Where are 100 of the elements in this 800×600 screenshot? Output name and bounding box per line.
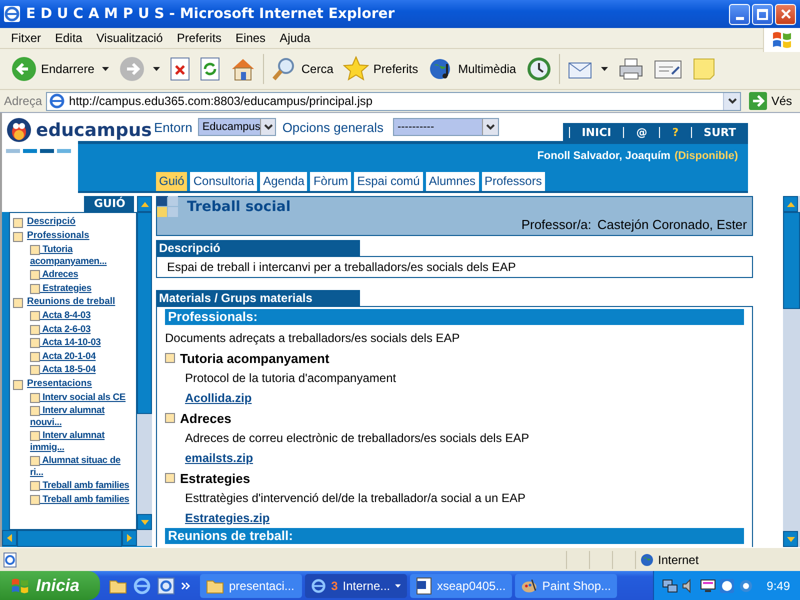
nav-tab[interactable]: Fòrum (310, 172, 352, 191)
sidebar-link[interactable]: Acta 2-6-03 (13, 324, 91, 335)
taskbar-button[interactable]: 3 Interne... (305, 574, 407, 598)
scroll-right-button[interactable] (122, 530, 137, 546)
scroll-up-button[interactable] (783, 196, 798, 212)
top-link[interactable]: INICI (582, 126, 612, 138)
palette-icon (521, 576, 538, 594)
dropdown-button[interactable] (723, 92, 740, 110)
close-icon (780, 8, 792, 20)
material-description: Protocol de la tutoria d'acompanyament (185, 371, 396, 385)
sidebar-link[interactable]: Acta 18-5-04 (13, 364, 96, 376)
address-field[interactable]: http://campus.edu365.com:8803/educampus/principal.jsp (46, 92, 742, 110)
sidebar-link[interactable]: Acta 14-10-03 (13, 337, 101, 348)
scroll-down-button[interactable] (783, 531, 798, 547)
close-button[interactable] (775, 4, 796, 24)
nav-tab[interactable]: Agenda (260, 172, 308, 191)
sidebar-link[interactable]: Estrategies (13, 282, 92, 294)
sidebar-link[interactable]: Interv social als CE (13, 392, 126, 403)
menu-item[interactable]: Preferits (170, 31, 229, 45)
bullet-icon (30, 365, 40, 375)
restore-button[interactable] (752, 4, 773, 24)
bullet-icon (30, 352, 40, 362)
sidebar-link[interactable]: Treball amb families (13, 480, 130, 492)
toolbar-button[interactable]: Multimèdia (423, 52, 522, 86)
bullet-icon (13, 232, 23, 242)
nav-tab[interactable]: Consultoria (190, 172, 258, 191)
windows-logo (10, 576, 30, 594)
bullet-icon (30, 245, 40, 255)
monitor-icon[interactable] (700, 578, 716, 594)
sidebar-link[interactable]: Interv alumnat nouvi... (13, 405, 136, 428)
sidebar-link[interactable]: Adreces (13, 269, 78, 280)
scrollbar-thumb[interactable] (783, 212, 800, 309)
chevron-icon[interactable] (181, 582, 191, 590)
file-link[interactable]: Acollida.zip (185, 391, 252, 405)
toolbar-button[interactable]: Cerca (266, 52, 338, 86)
sidebar-link[interactable]: Alumnat situac de ri... (13, 455, 136, 478)
sidebar-link[interactable]: Interv alumnat immig... (13, 430, 136, 453)
chevron-down-icon (728, 98, 737, 104)
folder-icon (206, 578, 224, 594)
menu-item[interactable]: Ajuda (272, 31, 318, 45)
folder-icon[interactable] (109, 578, 127, 594)
sidebar-link[interactable]: Presentacions (27, 378, 92, 389)
scroll-left-button[interactable] (2, 530, 17, 546)
bullet-icon (30, 338, 40, 348)
up-arrow-icon (140, 202, 148, 206)
menu-item[interactable]: Edita (48, 31, 90, 45)
scrollbar[interactable] (137, 212, 152, 530)
group-heading: Reunions de treball: (165, 528, 744, 544)
right-arrow-icon (127, 534, 132, 542)
file-link[interactable]: emailsts.zip (185, 451, 254, 465)
home-icon (230, 57, 256, 81)
down-arrow-icon (786, 536, 794, 542)
scroll-up-button[interactable] (137, 196, 152, 212)
scrollbar-corner (137, 530, 152, 546)
chevron-down-icon (264, 124, 273, 130)
scrollbar-thumb[interactable] (137, 212, 152, 414)
sidebar-link[interactable]: Treball amb families (13, 494, 130, 505)
bullet-icon (30, 494, 40, 504)
bullet-icon (13, 218, 23, 228)
minimize-button[interactable] (729, 4, 750, 24)
horizontal-scrollbar[interactable] (17, 530, 122, 547)
taskbar-button[interactable]: Paint Shop... (515, 574, 617, 598)
chevron-down-icon (486, 124, 496, 130)
taskbar-button[interactable]: presentaci... (200, 574, 302, 598)
environment-select[interactable]: Educampus (198, 118, 276, 136)
scroll-down-button[interactable] (137, 514, 152, 530)
sidebar-link[interactable]: Acta 20-1-04 (13, 350, 96, 362)
nav-tab[interactable]: Alumnes (426, 172, 478, 191)
up-arrow-icon (786, 202, 794, 206)
network-icon[interactable] (662, 578, 678, 594)
menu-item[interactable]: Visualització (89, 31, 170, 45)
toolbar-button[interactable]: Preferits (338, 52, 424, 86)
nav-tab[interactable]: Espai comú (354, 172, 423, 191)
top-link[interactable]: SURT (704, 126, 736, 138)
page-icon (49, 93, 66, 109)
section-heading: Descripció (156, 240, 360, 256)
menu-item[interactable]: Eines (228, 31, 273, 45)
nav-tab[interactable]: Professors (482, 172, 545, 191)
sidebar-link[interactable]: Tutoria acompanyamen... (13, 244, 136, 267)
toolbar-button[interactable]: Endarrere (6, 52, 114, 86)
file-link[interactable]: Estrategies.zip (185, 511, 270, 525)
top-link[interactable]: ? (672, 126, 679, 138)
sidebar-link[interactable]: Professionals (27, 230, 90, 242)
teacher-label: Professor/a: (521, 217, 592, 232)
squares-icon (157, 196, 179, 218)
sidebar-link[interactable]: Acta 8-4-03 (13, 310, 91, 322)
group-description: Documents adreçats a treballadors/es socials dels EAP (165, 330, 461, 347)
availability-status: (Disponible) (674, 150, 738, 162)
go-button[interactable]: Vés (745, 92, 796, 110)
menu-item[interactable]: Fitxer (4, 31, 48, 45)
scrollbar[interactable] (783, 196, 800, 547)
clock: 9:49 (766, 578, 790, 592)
taskbar-button[interactable]: xseap0405... (410, 574, 512, 598)
sidebar-link[interactable]: Descripció (27, 216, 76, 228)
sidebar-link[interactable]: Reunions de treball (27, 296, 116, 308)
restore-icon (757, 8, 768, 20)
top-link[interactable]: @ (636, 126, 648, 138)
options-select[interactable]: ---------- (393, 118, 500, 136)
material-description: Adreces de correu electrònic de treballadors/es socials dels EAP (185, 431, 530, 445)
nav-tab[interactable]: Guió (156, 172, 188, 191)
